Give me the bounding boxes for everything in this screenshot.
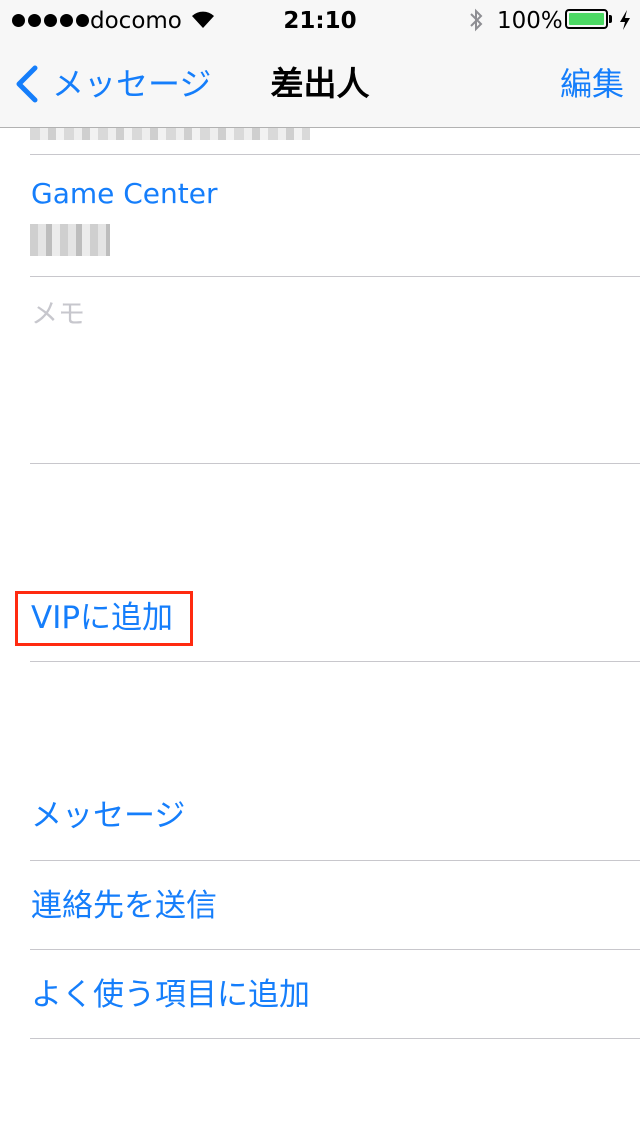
separator [30,1038,640,1039]
separator [30,860,640,861]
edit-button[interactable]: 編集 [560,62,624,106]
battery-icon [565,9,608,29]
highlight-annotation [15,591,193,646]
battery-tip [609,15,612,23]
separator [30,463,640,464]
contact-detail: Game Center メモ VIPに追加 メッセージ 連絡先を送信 よく使う項… [0,128,640,1136]
redacted-field-value [30,128,310,140]
separator [30,949,640,950]
battery-level [569,13,604,25]
separator [30,276,640,277]
separator [30,661,640,662]
bluetooth-icon [470,8,483,32]
share-contact-button[interactable]: 連絡先を送信 [31,886,217,926]
separator [30,154,640,155]
add-to-favorites-button[interactable]: よく使う項目に追加 [31,975,310,1015]
status-bar: docomo 21:10 100% [0,0,640,40]
navigation-bar: メッセージ 差出人 編集 [0,40,640,128]
battery-percent: 100% [497,8,563,34]
page-title: 差出人 [270,64,370,103]
send-message-button[interactable]: メッセージ [31,796,185,836]
game-center-label: Game Center [31,177,218,210]
charging-bolt-icon [620,10,630,30]
memo-field[interactable]: メモ [31,297,85,333]
game-center-value-redacted[interactable] [30,224,110,256]
